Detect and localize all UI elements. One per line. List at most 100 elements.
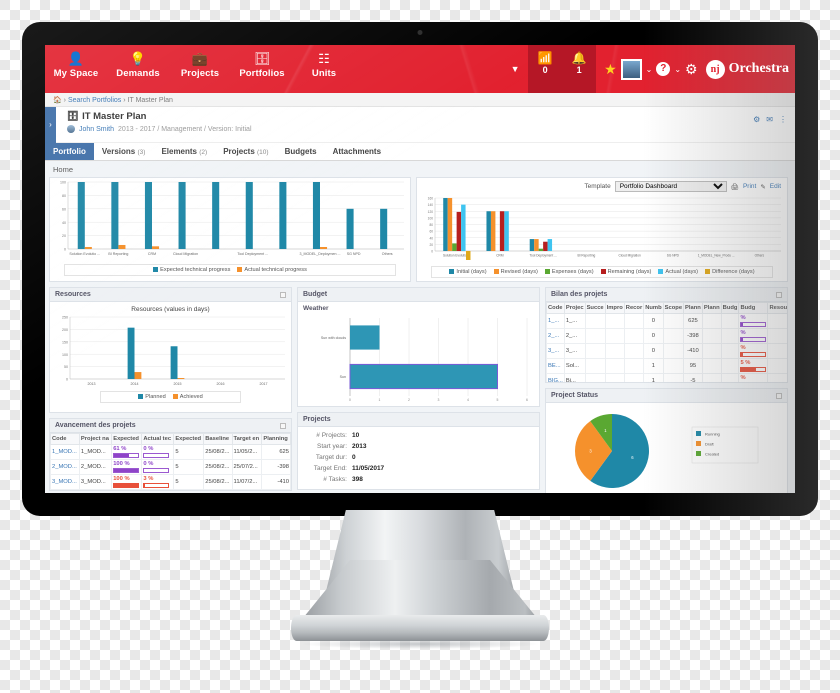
gear-icon[interactable]: ⚙: [685, 61, 698, 78]
help-chevron-down-icon[interactable]: ⌄: [674, 65, 681, 74]
breadcrumb-sep: ›: [123, 97, 126, 104]
mail-action-icon[interactable]: ✉: [766, 115, 773, 124]
legend-item[interactable]: Actual (days): [658, 269, 698, 275]
alerts-button[interactable]: 🔔 1: [562, 45, 597, 93]
table-row[interactable]: 1_... 1_... 0 625%: [546, 313, 787, 329]
nav-portfolios[interactable]: 🗄 Portfolios: [231, 45, 293, 93]
projects-panel-title: Projects: [298, 413, 539, 427]
tab-projects[interactable]: Projects (10): [215, 143, 276, 160]
legend-item[interactable]: Planned: [138, 394, 166, 400]
nav-demands[interactable]: 💡 Demands: [107, 45, 169, 93]
tab-attachments[interactable]: Attachments: [325, 143, 389, 160]
cell-budget: [720, 328, 740, 344]
svg-text:Sun with clouds: Sun with clouds: [321, 336, 346, 340]
column-header[interactable]: Actual tec: [141, 433, 175, 445]
settings-action-icon[interactable]: ⚙: [753, 115, 760, 124]
table-row[interactable]: 2_... 2_... 0 -398%: [546, 328, 787, 344]
sidebar-expand-toggle[interactable]: ›: [45, 107, 56, 143]
svg-text:0: 0: [349, 398, 351, 402]
brand-logo[interactable]: nj Orchestra: [705, 59, 789, 79]
legend-item[interactable]: Actual technical progress: [237, 267, 307, 273]
tab-budgets[interactable]: Budgets: [277, 143, 325, 160]
breadcrumb-link-search-portfolios[interactable]: Search Portfolios: [68, 97, 121, 104]
home-icon[interactable]: 🏠: [53, 97, 62, 104]
table-row[interactable]: 3_MOD... 3_MOD... 100 % 3 % 5 25/08/2... 11/07…: [50, 474, 291, 490]
avatar-chevron-down-icon[interactable]: ⌄: [646, 65, 653, 74]
column-header[interactable]: Budg: [738, 302, 769, 314]
legend-item[interactable]: Initial (days): [449, 269, 487, 275]
edit-button[interactable]: Edit: [770, 183, 781, 190]
nav-units[interactable]: ☷ Units: [293, 45, 355, 93]
cell-planned: 95: [683, 358, 703, 374]
cell-project-name: 1_MOD...: [78, 444, 113, 460]
bilan-table-scroll[interactable]: Code Projec Succe Impro Recor Numb Scope Plann P…: [546, 302, 787, 382]
column-header[interactable]: Expected: [173, 433, 205, 445]
column-header[interactable]: Target en: [231, 433, 263, 445]
help-icon[interactable]: ?: [656, 62, 671, 76]
column-header[interactable]: Projec: [563, 302, 586, 314]
legend-item[interactable]: Achieved: [172, 394, 203, 400]
cell-code: BE...: [546, 358, 565, 374]
nav-more-caret-icon[interactable]: ▼: [502, 45, 528, 93]
cell-improvement: [604, 358, 625, 374]
owner-name[interactable]: John Smith: [79, 126, 114, 133]
svg-text:CRM: CRM: [496, 254, 504, 258]
nav-my-space[interactable]: 👤 My Space: [45, 45, 107, 93]
column-header[interactable]: Succe: [584, 302, 606, 314]
tab-elements[interactable]: Elements (2): [153, 143, 215, 160]
svg-text:SG NPD: SG NPD: [347, 252, 361, 256]
legend-swatch: [705, 269, 711, 274]
avatar[interactable]: [620, 58, 642, 80]
tab-portfolio[interactable]: Portfolio: [45, 143, 94, 160]
column-header[interactable]: Impro: [604, 302, 625, 314]
nav-label: My Space: [53, 68, 99, 79]
panel-grip-icon[interactable]: [776, 291, 782, 298]
legend-label: Actual technical progress: [244, 267, 307, 273]
column-header[interactable]: Plann: [683, 302, 703, 314]
print-button[interactable]: Print: [743, 183, 756, 190]
cell-budget: [720, 343, 740, 359]
column-header[interactable]: Code: [50, 433, 80, 445]
cell-record: [623, 343, 645, 359]
table-row[interactable]: BIG... Bi... 1 -5%: [546, 373, 787, 382]
page-header: › 🗄 IT Master Plan John Smith 2013 - 201…: [45, 107, 795, 143]
column-header[interactable]: Project na: [78, 433, 113, 445]
cell-budget: [720, 313, 740, 329]
feed-button[interactable]: 📶 0: [528, 45, 563, 93]
tab-versions[interactable]: Versions (3): [94, 143, 154, 160]
column-header[interactable]: Numb: [643, 302, 664, 314]
cell-code: 1_MOD...: [50, 444, 80, 460]
panel-grip-icon[interactable]: [776, 392, 782, 399]
table-row[interactable]: 1_MOD... 1_MOD... 61 % 0 % 5 25/08/2... 11/05/…: [50, 444, 291, 460]
legend-item[interactable]: Expenses (days): [544, 269, 594, 275]
column-header[interactable]: Resou: [767, 302, 787, 314]
printer-icon[interactable]: 🖨: [731, 183, 739, 191]
star-icon[interactable]: ★: [604, 61, 617, 78]
column-header[interactable]: Baseline: [203, 433, 233, 445]
legend-item[interactable]: Expected technical progress: [153, 267, 230, 273]
table-row[interactable]: BE... Sol... 1 95 5 %: [546, 358, 787, 374]
column-header[interactable]: Expected: [111, 433, 143, 445]
template-select[interactable]: Portfolio Dashboard: [614, 181, 727, 192]
table-row[interactable]: 3_... 3_... 0 -410%: [546, 343, 787, 359]
nav-projects[interactable]: 💼 Projects: [169, 45, 231, 93]
column-header[interactable]: Scope: [662, 302, 685, 314]
column-header[interactable]: Budg: [720, 302, 740, 314]
column-header[interactable]: Code: [546, 302, 565, 314]
table-row[interactable]: 2_MOD... 2_MOD... 100 % 0 % 5 25/08/2... 25/07…: [50, 459, 291, 475]
legend-item[interactable]: Difference (days): [705, 269, 755, 275]
column-header[interactable]: Plann: [701, 302, 722, 314]
panel-grip-icon[interactable]: [280, 291, 286, 298]
cell-planned-2: [701, 373, 722, 382]
legend-item[interactable]: Remaining (days): [600, 269, 651, 275]
cell-budget-pct: 5 %: [738, 358, 769, 374]
legend-item[interactable]: Revised (days): [493, 269, 538, 275]
column-header[interactable]: Recor: [623, 302, 645, 314]
svg-text:Solution Evolutio ...: Solution Evolutio ...: [69, 252, 100, 256]
panel-grip-icon[interactable]: [280, 422, 286, 429]
more-action-icon[interactable]: ⋮: [779, 115, 787, 124]
column-header[interactable]: Planning: [261, 433, 291, 445]
pencil-icon[interactable]: ✎: [760, 183, 765, 191]
svg-text:250: 250: [62, 316, 68, 320]
